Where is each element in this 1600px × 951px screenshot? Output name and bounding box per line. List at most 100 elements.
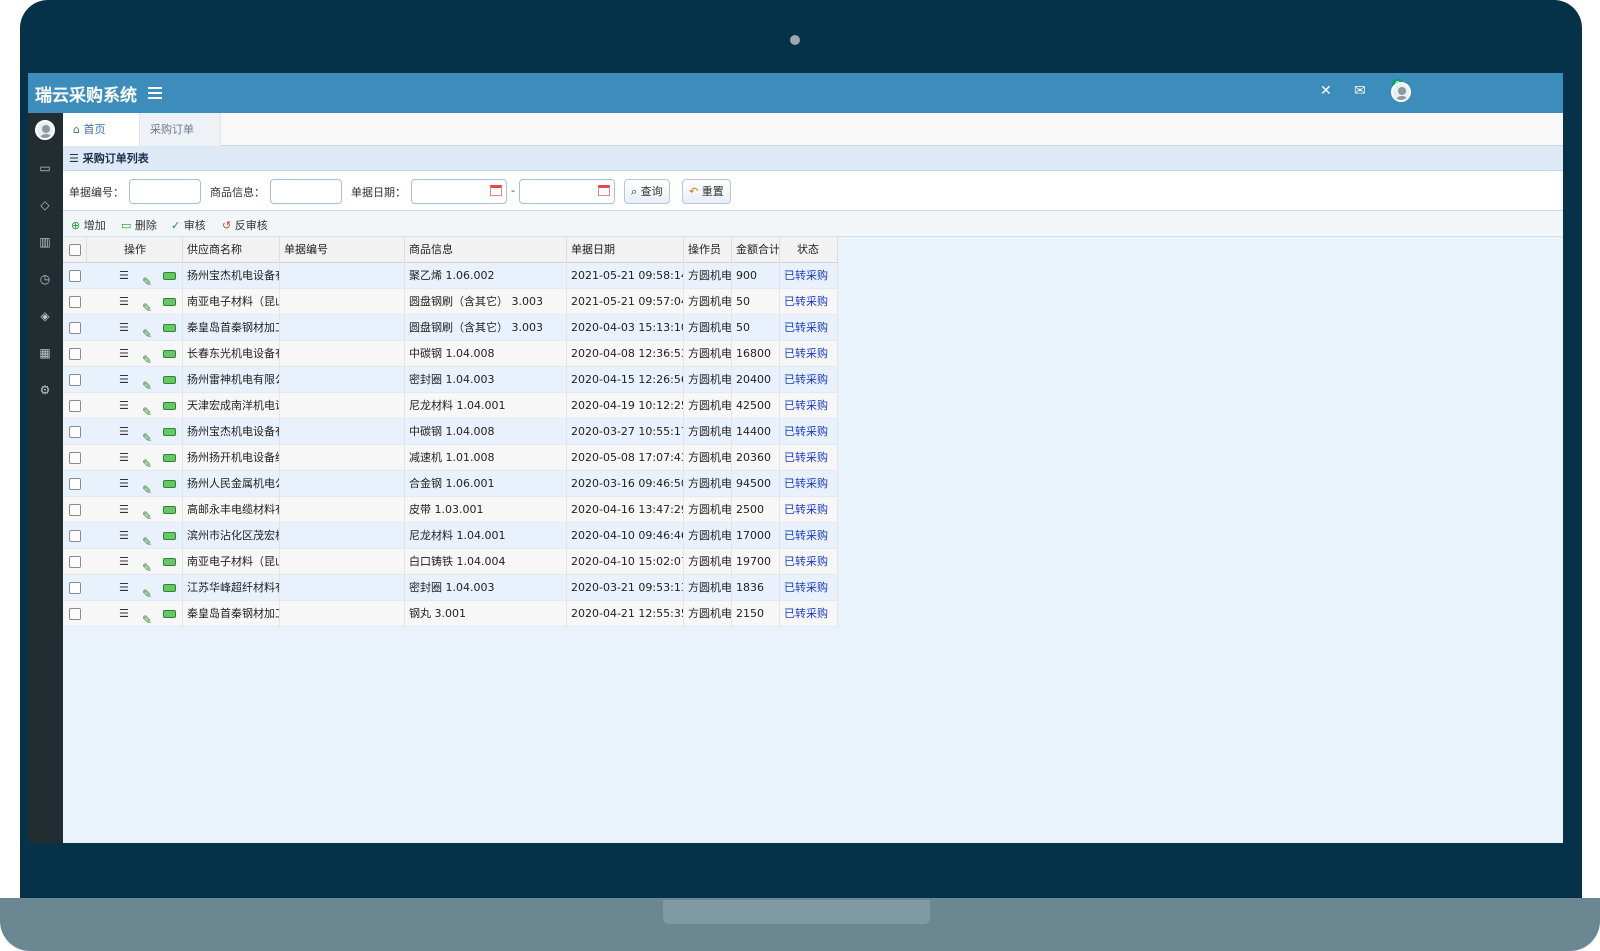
table-row[interactable]: ☰✎↗长春东光机电设备有中碳钢 1.04.0082020-04-08 12:36… (63, 341, 838, 367)
row-checkbox[interactable] (69, 452, 81, 464)
detail-list-icon[interactable]: ☰ (119, 296, 129, 307)
table-row[interactable]: ☰✎↗天津宏成南洋机电设尼龙材料 1.04.0012020-04-19 10:1… (63, 393, 838, 419)
detail-list-icon[interactable]: ☰ (119, 452, 129, 463)
status-cell[interactable]: 已转采购 (780, 549, 838, 575)
status-cell[interactable]: 已转采购 (780, 341, 838, 367)
delete-minus-icon[interactable] (163, 376, 176, 384)
row-checkbox[interactable] (69, 478, 81, 490)
row-checkbox[interactable] (69, 348, 81, 360)
date-end-input[interactable] (519, 179, 615, 204)
row-checkbox[interactable] (69, 296, 81, 308)
row-checkbox[interactable] (69, 374, 81, 386)
detail-list-icon[interactable]: ☰ (119, 556, 129, 567)
status-cell[interactable]: 已转采购 (780, 497, 838, 523)
delete-minus-icon[interactable] (163, 298, 176, 306)
edit-pencil-icon[interactable]: ✎ (142, 581, 152, 601)
reset-button[interactable]: ↶ 重置 (682, 179, 731, 204)
table-row[interactable]: ☰✎↗扬州人民金属机电公合金钢 1.06.0012020-03-16 09:46… (63, 471, 838, 497)
header-supplier[interactable]: 供应商名称 (183, 237, 280, 263)
row-checkbox[interactable] (69, 530, 81, 542)
unaudit-button[interactable]: ↺ 反审核 (222, 217, 268, 233)
mail-icon[interactable]: ✉ (1354, 83, 1366, 99)
header-order-no[interactable]: 单据编号 (280, 237, 405, 263)
status-cell[interactable]: 已转采购 (780, 419, 838, 445)
detail-list-icon[interactable]: ☰ (119, 504, 129, 515)
table-row[interactable]: ☰✎↗扬州宝杰机电设备有中碳钢 1.04.0082020-03-27 10:55… (63, 419, 838, 445)
header-status[interactable]: 状态 (780, 237, 838, 263)
detail-list-icon[interactable]: ☰ (119, 478, 129, 489)
delete-minus-icon[interactable] (163, 428, 176, 436)
table-row[interactable]: ☰✎↗高邮永丰电缆材料有皮带 1.03.0012020-04-16 13:47:… (63, 497, 838, 523)
detail-list-icon[interactable]: ☰ (119, 400, 129, 411)
detail-list-icon[interactable]: ☰ (119, 426, 129, 437)
status-cell[interactable]: 已转采购 (780, 471, 838, 497)
row-checkbox[interactable] (69, 608, 81, 620)
row-checkbox[interactable] (69, 504, 81, 516)
status-cell[interactable]: 已转采购 (780, 393, 838, 419)
status-cell[interactable]: 已转采购 (780, 263, 838, 289)
edit-pencil-icon[interactable]: ✎ (142, 607, 152, 627)
audit-button[interactable]: ✓ 审核 (171, 217, 206, 233)
delete-minus-icon[interactable] (163, 532, 176, 540)
calendar-icon[interactable] (490, 185, 502, 196)
detail-list-icon[interactable]: ☰ (119, 322, 129, 333)
date-start-input[interactable] (411, 179, 507, 204)
row-checkbox[interactable] (69, 270, 81, 282)
header-date[interactable]: 单据日期 (567, 237, 684, 263)
sidebar-avatar[interactable] (35, 120, 55, 140)
monitor-icon[interactable]: ▭ (37, 160, 53, 176)
row-checkbox[interactable] (69, 426, 81, 438)
select-all-checkbox[interactable] (69, 244, 81, 256)
delete-minus-icon[interactable] (163, 610, 176, 618)
delete-minus-icon[interactable] (163, 480, 176, 488)
row-checkbox[interactable] (69, 322, 81, 334)
query-button[interactable]: ⌕ 查询 (624, 179, 670, 204)
status-cell[interactable]: 已转采购 (780, 289, 838, 315)
delete-minus-icon[interactable] (163, 350, 176, 358)
delete-minus-icon[interactable] (163, 558, 176, 566)
table-row[interactable]: ☰✎↗滨州市沾化区茂宏机尼龙材料 1.04.0012020-04-10 09:4… (63, 523, 838, 549)
edit-pencil-icon[interactable]: ✎ (142, 399, 152, 419)
edit-pencil-icon[interactable]: ✎ (142, 477, 152, 497)
tab-purchase-order[interactable]: 采购订单 (140, 113, 221, 146)
edit-pencil-icon[interactable]: ✎ (142, 555, 152, 575)
status-cell[interactable]: 已转采购 (780, 575, 838, 601)
row-checkbox[interactable] (69, 556, 81, 568)
edit-pencil-icon[interactable]: ✎ (142, 295, 152, 315)
edit-pencil-icon[interactable]: ✎ (142, 529, 152, 549)
delete-minus-icon[interactable] (163, 272, 176, 280)
delete-minus-icon[interactable] (163, 584, 176, 592)
table-row[interactable]: ☰✎↗扬州雷神机电有限公密封圈 1.04.0032020-04-15 12:26… (63, 367, 838, 393)
delete-minus-icon[interactable] (163, 324, 176, 332)
settings-icon[interactable]: ⚙ (37, 382, 53, 398)
edit-pencil-icon[interactable]: ✎ (142, 373, 152, 393)
table-row[interactable]: ☰✎↗扬州宝杰机电设备有聚乙烯 1.06.0022021-05-21 09:58… (63, 263, 838, 289)
detail-list-icon[interactable]: ☰ (119, 608, 129, 619)
status-cell[interactable]: 已转采购 (780, 367, 838, 393)
grid-icon[interactable]: ▦ (37, 345, 53, 361)
status-cell[interactable]: 已转采购 (780, 315, 838, 341)
header-operator[interactable]: 操作员 (684, 237, 732, 263)
database-icon[interactable]: ◈ (37, 308, 53, 324)
detail-list-icon[interactable]: ☰ (119, 348, 129, 359)
header-amount[interactable]: 金额合计 (732, 237, 780, 263)
delete-button[interactable]: ▭ 删除 (121, 217, 157, 233)
table-row[interactable]: ☰✎↗南亚电子材料（昆山白口铸铁 1.04.0042020-04-10 15:0… (63, 549, 838, 575)
delete-minus-icon[interactable] (163, 454, 176, 462)
detail-list-icon[interactable]: ☰ (119, 582, 129, 593)
add-button[interactable]: ⊕ 增加 (71, 217, 106, 233)
fullscreen-icon[interactable]: ✕ (1320, 83, 1332, 99)
status-cell[interactable]: 已转采购 (780, 523, 838, 549)
edit-pencil-icon[interactable]: ✎ (142, 503, 152, 523)
detail-list-icon[interactable]: ☰ (119, 374, 129, 385)
delete-minus-icon[interactable] (163, 402, 176, 410)
row-checkbox[interactable] (69, 582, 81, 594)
layers-icon[interactable]: ◇ (37, 197, 53, 213)
edit-pencil-icon[interactable]: ✎ (142, 269, 152, 289)
detail-list-icon[interactable]: ☰ (119, 530, 129, 541)
row-checkbox[interactable] (69, 400, 81, 412)
clock-icon[interactable]: ◷ (37, 271, 53, 287)
product-input[interactable] (270, 179, 342, 204)
order-no-input[interactable] (129, 179, 201, 204)
table-row[interactable]: ☰✎↗秦皇岛首秦钢材加工钢丸 3.0012020-04-21 12:55:35方… (63, 601, 838, 627)
